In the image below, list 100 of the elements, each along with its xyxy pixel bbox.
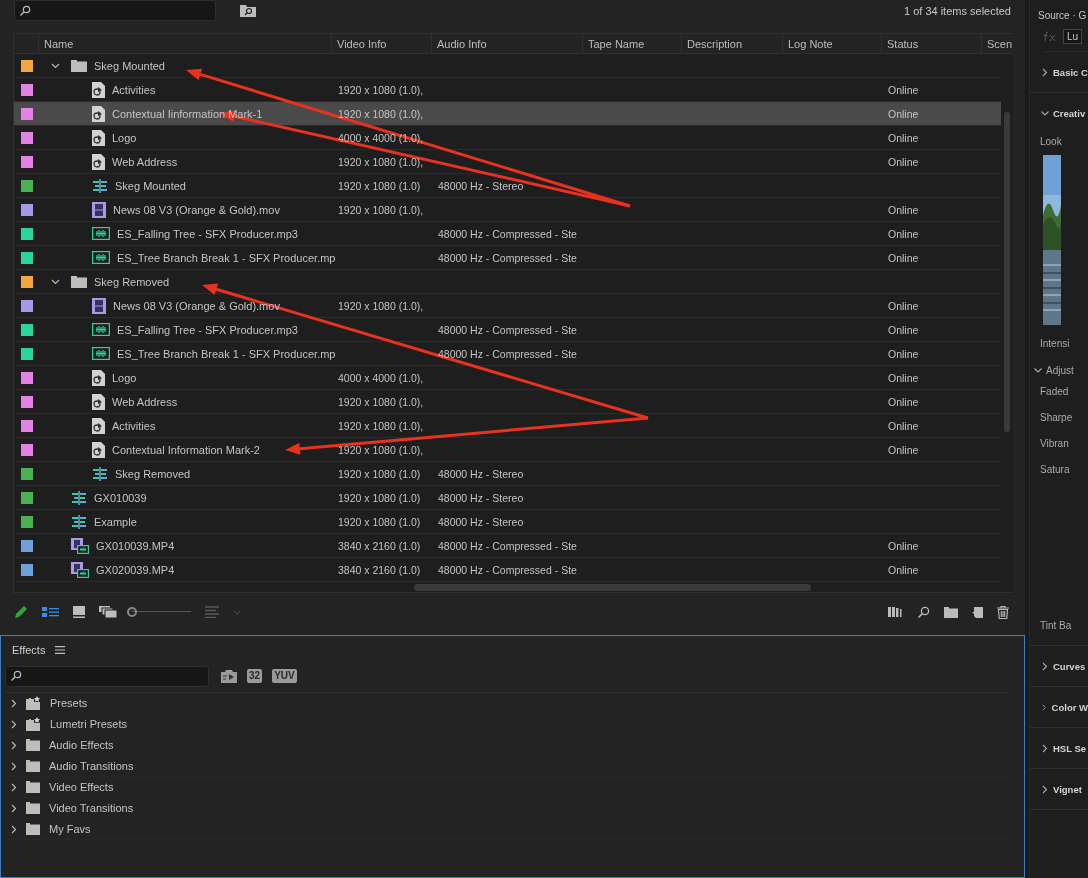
list-view-icon[interactable]	[42, 606, 59, 618]
pencil-icon[interactable]	[14, 605, 28, 619]
chevron-icon[interactable]	[11, 803, 17, 813]
effects-tree-item[interactable]: Video Effects	[5, 777, 1010, 798]
table-row[interactable]: ES_Tree Branch Break 1 - SFX Producer.mp 48000 Hz - Compressed - Ste Online	[14, 246, 1001, 270]
table-row[interactable]: GX010039.MP4 3840 x 2160 (1.0) 48000 Hz - Compressed - Ste Online	[14, 534, 1001, 558]
slider-thumb[interactable]	[127, 607, 137, 617]
label-color-swatch[interactable]	[20, 203, 33, 216]
label-color-swatch[interactable]	[20, 539, 33, 552]
table-row[interactable]: Web Address 1920 x 1080 (1.0), Online	[14, 150, 1001, 174]
effects-tree-item[interactable]: Presets	[5, 693, 1010, 714]
label-color-swatch[interactable]	[20, 419, 33, 432]
column-header[interactable]: Description	[687, 37, 743, 50]
label-color-swatch[interactable]	[20, 155, 33, 168]
label-color-swatch[interactable]	[20, 227, 33, 240]
find-in-bin-icon[interactable]	[240, 4, 256, 17]
table-row[interactable]: Skeg Mounted 1920 x 1080 (1.0) 48000 Hz - Stereo	[14, 174, 1001, 198]
column-header[interactable]: Scen	[987, 37, 1013, 50]
freeform-view-icon[interactable]	[99, 606, 117, 618]
table-row[interactable]: Skeg Removed 1920 x 1080 (1.0) 48000 Hz - Stereo	[14, 462, 1001, 486]
table-row[interactable]: Activities 1920 x 1080 (1.0), Online	[14, 414, 1001, 438]
chevron-icon[interactable]	[11, 782, 17, 792]
search-field[interactable]	[14, 0, 216, 21]
label-color-swatch[interactable]	[20, 107, 33, 120]
chevron-icon[interactable]	[51, 62, 60, 69]
panel-title[interactable]: Effects	[12, 644, 46, 656]
chevron-icon[interactable]	[11, 719, 17, 729]
chevron-icon[interactable]	[1033, 367, 1043, 373]
accelerated-effects-icon[interactable]	[221, 669, 237, 683]
table-row[interactable]: Logo 4000 x 4000 (1.0), Online	[14, 366, 1001, 390]
column-header[interactable]: Status	[887, 37, 919, 50]
effects-tree-item[interactable]: Lumetri Presets	[5, 714, 1010, 735]
chevron-icon[interactable]	[1042, 702, 1047, 712]
column-header[interactable]: Video Info	[337, 37, 387, 50]
chevron-icon[interactable]	[1042, 67, 1048, 77]
table-row[interactable]: News 08 V3 (Orange & Gold).mov 1920 x 1080 (1.0), Online	[14, 198, 1001, 222]
label-color-swatch[interactable]	[20, 347, 33, 360]
subsection-header[interactable]: Adjust	[1030, 357, 1088, 383]
label-color-swatch[interactable]	[20, 83, 33, 96]
table-row[interactable]: Skeg Mounted	[14, 54, 1001, 78]
chevron-icon[interactable]	[1040, 110, 1050, 116]
label-color-swatch[interactable]	[20, 491, 33, 504]
label-color-swatch[interactable]	[20, 467, 33, 480]
effects-tree-item[interactable]: Audio Effects	[5, 735, 1010, 756]
column-header[interactable]: Name	[44, 37, 74, 50]
table-row[interactable]: ES_Tree Branch Break 1 - SFX Producer.mp 48000 Hz - Compressed - Ste Online	[14, 342, 1001, 366]
chevron-icon[interactable]	[1042, 784, 1048, 794]
label-color-swatch[interactable]	[20, 323, 33, 336]
label-color-swatch[interactable]	[20, 371, 33, 384]
chevron-icon[interactable]	[11, 740, 17, 750]
column-header[interactable]: Audio Info	[437, 37, 487, 50]
section-header[interactable]: Basic C	[1030, 52, 1088, 92]
table-row[interactable]: Example 1920 x 1080 (1.0) 48000 Hz - Stereo	[14, 510, 1001, 534]
label-color-swatch[interactable]	[20, 563, 33, 576]
zoom-slider[interactable]	[127, 607, 191, 617]
menu-icon[interactable]	[55, 646, 66, 654]
chevron-icon[interactable]	[11, 698, 17, 708]
effects-tree-item[interactable]: Audio Transitions	[5, 756, 1010, 777]
table-row[interactable]: Skeg Removed	[14, 270, 1001, 294]
effect-dropdown[interactable]: Lu	[1063, 28, 1083, 44]
chevron-icon[interactable]	[11, 761, 17, 771]
label-color-swatch[interactable]	[20, 179, 33, 192]
label-color-swatch[interactable]	[20, 443, 33, 456]
table-row[interactable]: Contextual Information Mark-2 1920 x 1080 (1.0), Online	[14, 438, 1001, 462]
column-header[interactable]: Log Note	[788, 37, 833, 50]
chevron-icon[interactable]	[1042, 743, 1048, 753]
label-color-swatch[interactable]	[20, 299, 33, 312]
filter-badge[interactable]: YUV	[272, 669, 297, 683]
section-header[interactable]: Color W	[1030, 687, 1088, 727]
filter-badge[interactable]: 32	[247, 669, 263, 683]
label-color-swatch[interactable]	[20, 251, 33, 264]
chevron-icon[interactable]	[51, 278, 60, 285]
label-color-swatch[interactable]	[20, 395, 33, 408]
table-row[interactable]: ES_Falling Tree - SFX Producer.mp3 48000 Hz - Compressed - Ste Online	[14, 222, 1001, 246]
search-icon[interactable]	[917, 605, 930, 619]
horizontal-scrollbar[interactable]	[414, 584, 811, 591]
effects-tree-item[interactable]: My Favs	[5, 819, 1010, 840]
table-row[interactable]: GX020039.MP4 3840 x 2160 (1.0) 48000 Hz - Compressed - Ste Online	[14, 558, 1001, 582]
table-row[interactable]: Web Address 1920 x 1080 (1.0), Online	[14, 390, 1001, 414]
chevron-icon[interactable]	[11, 824, 17, 834]
vertical-scrollbar[interactable]	[1004, 112, 1010, 432]
bars-icon[interactable]	[888, 607, 903, 617]
label-color-swatch[interactable]	[20, 275, 33, 288]
folder-icon[interactable]	[944, 606, 958, 618]
section-header[interactable]: Creativ	[1030, 93, 1088, 133]
section-header[interactable]: HSL Se	[1030, 728, 1088, 768]
table-row[interactable]: ES_Falling Tree - SFX Producer.mp3 48000 Hz - Compressed - Ste Online	[14, 318, 1001, 342]
icon-view-icon[interactable]	[73, 606, 85, 618]
label-color-swatch[interactable]	[20, 131, 33, 144]
effects-tree-item[interactable]: Video Transitions	[5, 798, 1010, 819]
column-header[interactable]: Tape Name	[588, 37, 645, 50]
section-header[interactable]: Curves	[1030, 646, 1088, 686]
chevron-icon[interactable]	[1042, 661, 1048, 671]
table-row[interactable]: GX010039 1920 x 1080 (1.0) 48000 Hz - Stereo	[14, 486, 1001, 510]
search-field[interactable]	[5, 665, 209, 687]
section-header[interactable]: Vignet	[1030, 769, 1088, 809]
label-color-swatch[interactable]	[20, 515, 33, 528]
new-item-icon[interactable]	[972, 606, 983, 618]
label-color-swatch[interactable]	[20, 59, 33, 72]
trash-icon[interactable]	[997, 605, 1009, 619]
